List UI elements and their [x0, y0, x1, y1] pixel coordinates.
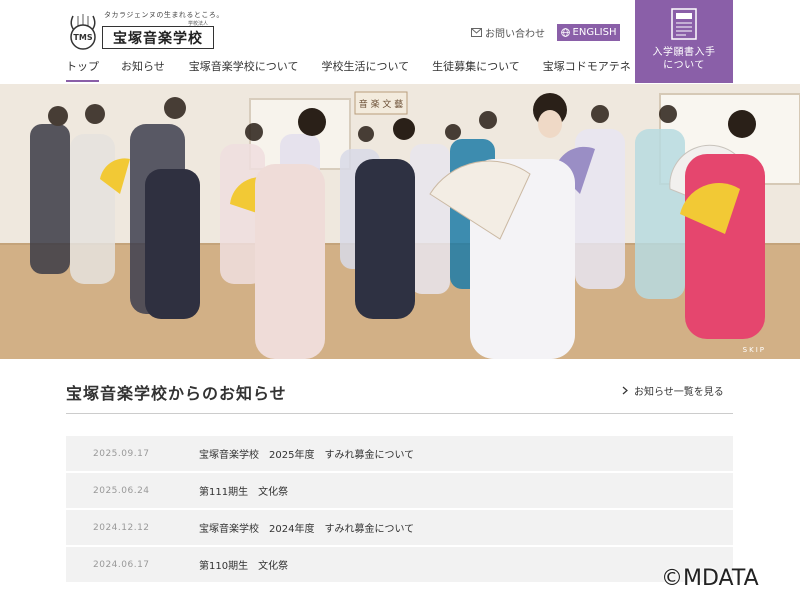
- news-title: 第111期生 文化祭: [199, 487, 289, 498]
- nav-item-kodomo-athene[interactable]: 宝塚コドモアテネ: [543, 57, 631, 83]
- nav-item-top[interactable]: トップ: [66, 57, 99, 83]
- news-date: 2024.06.17: [93, 559, 150, 570]
- news-date: 2025.09.17: [93, 448, 150, 459]
- dance-class-photo: 音 楽 文 藝: [0, 84, 800, 359]
- english-button[interactable]: ENGLISH: [557, 24, 620, 41]
- news-list-link-label: お知らせ一覧を見る: [634, 387, 724, 398]
- news-item[interactable]: 2025.06.24 第111期生 文化祭: [66, 473, 733, 508]
- news-title: 宝塚音楽学校 2025年度 すみれ募金について: [199, 450, 415, 461]
- site-logo[interactable]: TMS タカラジェンヌの生まれるところ。 学校法人 宝塚音楽学校: [66, 10, 223, 50]
- application-label-line1: 入学願書入手: [652, 47, 716, 58]
- contact-label: お問い合わせ: [485, 29, 545, 40]
- news-title: 第110期生 文化祭: [199, 561, 289, 572]
- document-icon: [671, 8, 697, 40]
- logo-mark-text: TMS: [73, 33, 92, 42]
- lyre-emblem-icon: TMS: [70, 14, 96, 50]
- news-item[interactable]: 2024.06.17 第110期生 文化祭: [66, 547, 733, 582]
- copyright-watermark: ©MDATA: [661, 566, 759, 591]
- logo-name-box: 宝塚音楽学校: [102, 26, 214, 49]
- nav-item-about-school[interactable]: 宝塚音楽学校について: [189, 57, 299, 83]
- news-divider: [66, 413, 733, 414]
- news-section-title: 宝塚音楽学校からのお知らせ: [66, 384, 287, 403]
- news-date: 2025.06.24: [93, 485, 150, 496]
- site-header: TMS タカラジェンヌの生まれるところ。 学校法人 宝塚音楽学校 お問い合わせ …: [0, 0, 800, 84]
- application-label: 入学願書入手 について: [653, 46, 716, 72]
- skip-slide-button[interactable]: SKIP: [743, 346, 766, 354]
- globe-icon: [560, 28, 570, 37]
- english-label: ENGLISH: [572, 27, 617, 38]
- chevron-right-icon: [622, 386, 628, 395]
- news-item[interactable]: 2025.09.17 宝塚音楽学校 2025年度 すみれ募金について: [66, 436, 733, 471]
- news-list-link[interactable]: お知らせ一覧を見る: [622, 383, 724, 398]
- logo-name: 宝塚音楽学校: [113, 30, 203, 47]
- news-item[interactable]: 2024.12.12 宝塚音楽学校 2024年度 すみれ募金について: [66, 510, 733, 545]
- mail-icon: [471, 28, 482, 37]
- nav-item-news[interactable]: お知らせ: [121, 57, 165, 83]
- news-date: 2024.12.12: [93, 522, 150, 533]
- logo-tagline: タカラジェンヌの生まれるところ。: [104, 11, 224, 19]
- nav-item-admissions[interactable]: 生徒募集について: [432, 57, 520, 83]
- nav-item-school-life[interactable]: 学校生活について: [321, 57, 409, 83]
- contact-link[interactable]: お問い合わせ: [471, 25, 545, 40]
- wall-plaque-text: 音 楽 文 藝: [359, 98, 404, 110]
- global-nav: トップ お知らせ 宝塚音楽学校について 学校生活について 生徒募集について 宝塚…: [66, 57, 631, 83]
- application-form-button[interactable]: 入学願書入手 について: [635, 0, 733, 83]
- application-label-line2: について: [663, 60, 705, 71]
- news-list: 2025.09.17 宝塚音楽学校 2025年度 すみれ募金について 2025.…: [66, 436, 733, 584]
- news-title: 宝塚音楽学校 2024年度 すみれ募金について: [199, 524, 415, 535]
- hero-image: 音 楽 文 藝 SKIP: [0, 84, 800, 359]
